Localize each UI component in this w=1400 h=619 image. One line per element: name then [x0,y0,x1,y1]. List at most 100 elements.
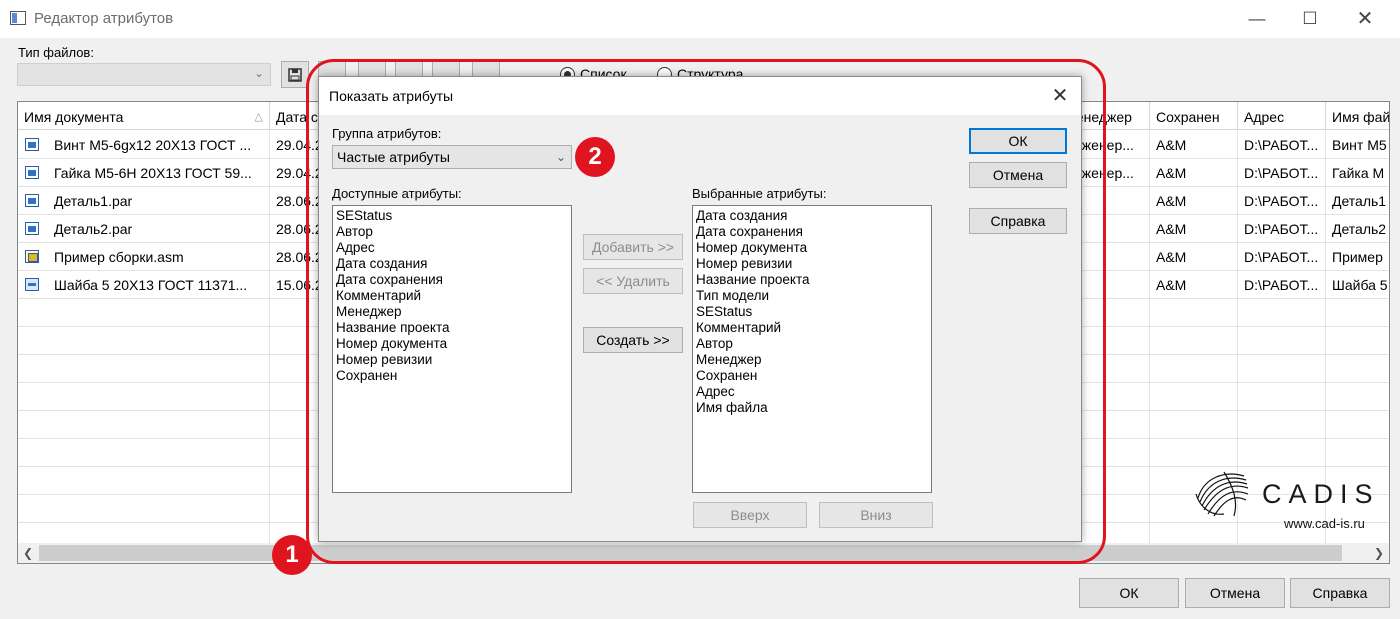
cell-address: D:\РАБОТ... [1238,271,1326,299]
cell-text: D:\РАБОТ... [1244,277,1319,293]
cell-text: Шайба 5 [1332,277,1388,293]
cell-name [18,467,270,495]
cell-text: Деталь2 [1332,221,1387,237]
cell-name: Гайка М5-6Н 20Х13 ГОСТ 59... [18,159,270,187]
chevron-down-icon: ⌄ [253,66,264,80]
part-document-icon [25,222,39,235]
cell-saved: A&M [1150,159,1238,187]
cell-file: Гайка М [1326,159,1389,187]
cell-saved: A&M [1150,187,1238,215]
cadis-logo-icon [1195,471,1249,517]
column-header-file-name[interactable]: Имя фай [1326,102,1389,130]
cell-file: Пример [1326,243,1389,271]
cell-address [1238,439,1326,467]
cell-name [18,411,270,439]
cell-saved: A&M [1150,271,1238,299]
cadis-brand: CADIS [1262,479,1380,509]
cell-file: Шайба 5 [1326,271,1389,299]
cell-saved: A&M [1150,131,1238,159]
cell-name: Шайба 5 20Х13 ГОСТ 11371... [18,271,270,299]
cell-text: Гайка М [1332,165,1385,181]
cell-saved [1150,355,1238,383]
cell-text: Пример [1332,249,1383,265]
save-icon-button[interactable] [281,61,309,88]
cell-file [1326,355,1389,383]
cell-address [1238,383,1326,411]
cell-address [1238,327,1326,355]
cell-address [1238,355,1326,383]
cancel-button[interactable]: Отмена [1185,578,1285,608]
cell-saved: A&M [1150,215,1238,243]
cell-name: Деталь2.par [18,215,270,243]
cell-text: Винт М5 [1332,137,1387,153]
app-window-icon [10,11,26,25]
part-document-icon [25,166,39,179]
cell-saved: A&M [1150,243,1238,271]
cell-file: Деталь1 [1326,187,1389,215]
cell-text: D:\РАБОТ... [1244,137,1319,153]
cell-text: Деталь1.par [54,193,133,209]
cell-text: A&M [1156,137,1187,153]
cell-file: Винт М5 [1326,131,1389,159]
part-document-icon [25,194,39,207]
minimize-button[interactable]: — [1234,0,1280,38]
annotation-badge-2: 2 [575,137,615,177]
cell-saved [1150,327,1238,355]
cell-saved [1150,439,1238,467]
cell-name [18,495,270,523]
cell-file: Деталь2 [1326,215,1389,243]
cell-name [18,355,270,383]
cell-saved [1150,411,1238,439]
file-type-label: Тип файлов: [18,45,94,60]
cell-text: A&M [1156,193,1187,209]
help-button[interactable]: Справка [1290,578,1390,608]
cell-name [18,327,270,355]
cell-address: D:\РАБОТ... [1238,187,1326,215]
cell-text: Гайка М5-6Н 20Х13 ГОСТ 59... [54,165,252,181]
cell-text: D:\РАБОТ... [1244,165,1319,181]
cell-text: A&M [1156,249,1187,265]
scroll-left-icon[interactable]: ❮ [18,543,38,563]
cell-file [1326,327,1389,355]
cell-address [1238,411,1326,439]
cell-text: A&M [1156,277,1187,293]
cell-file [1326,439,1389,467]
cell-saved [1150,299,1238,327]
ok-button[interactable]: ОК [1079,578,1179,608]
cell-name [18,439,270,467]
cell-text: A&M [1156,165,1187,181]
annotation-highlight-frame [306,59,1106,564]
window-title: Редактор атрибутов [34,10,174,27]
column-header-document-name[interactable]: Имя документа △ [18,102,270,130]
scroll-right-icon[interactable]: ❯ [1369,543,1389,563]
cell-saved [1150,383,1238,411]
maximize-button[interactable]: ☐ [1287,0,1333,38]
cell-name: Деталь1.par [18,187,270,215]
cell-text: Деталь2.par [54,221,133,237]
cell-text: Деталь1 [1332,193,1387,209]
part-document-icon [25,138,39,151]
cell-file [1326,299,1389,327]
cell-file [1326,411,1389,439]
cell-text: Винт М5-6gx12 20Х13 ГОСТ ... [54,137,252,153]
cadis-url: www.cad-is.ru [1284,516,1365,531]
cell-address: D:\РАБОТ... [1238,243,1326,271]
cell-name [18,383,270,411]
cell-address: D:\РАБОТ... [1238,215,1326,243]
assembly-document-icon [25,250,39,263]
column-header-saved[interactable]: Сохранен [1150,102,1238,130]
close-window-button[interactable]: ✕ [1342,0,1388,38]
cell-text: Шайба 5 20Х13 ГОСТ 11371... [54,277,248,293]
sort-arrow-icon: △ [254,111,263,123]
cell-text: A&M [1156,221,1187,237]
cell-address: D:\РАБОТ... [1238,131,1326,159]
column-header-address[interactable]: Адрес [1238,102,1326,130]
annotation-badge-1: 1 [272,535,312,575]
cell-address [1238,299,1326,327]
cell-file [1326,383,1389,411]
sheet-metal-document-icon [25,278,39,291]
cell-address: D:\РАБОТ... [1238,159,1326,187]
file-type-select[interactable]: ⌄ [17,63,271,86]
title-bar: Редактор атрибутов — ☐ ✕ [0,0,1400,38]
cell-name: Пример сборки.asm [18,243,270,271]
